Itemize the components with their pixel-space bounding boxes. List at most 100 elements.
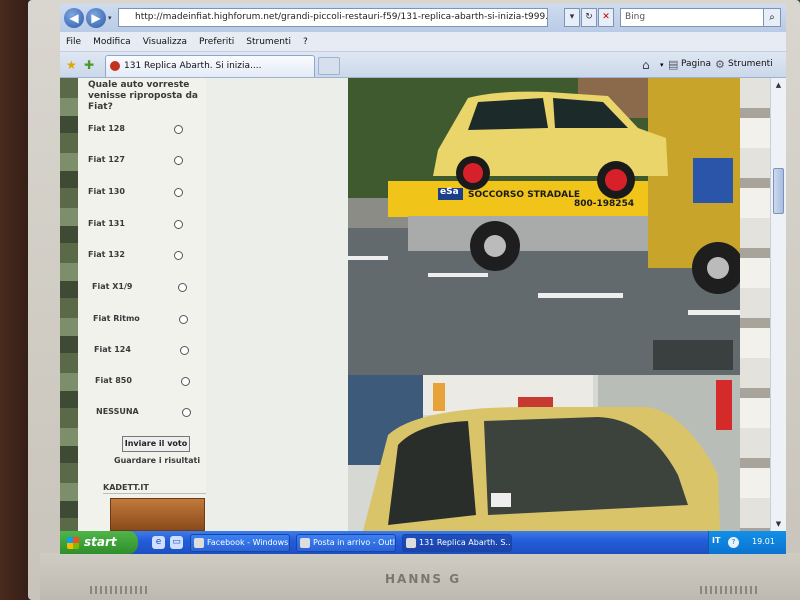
home-dropdown-icon[interactable]: ▾ bbox=[660, 61, 664, 69]
page-content: Quale auto vorreste venisse riproposta d… bbox=[60, 78, 786, 531]
task-label: 131 Replica Abarth. S... bbox=[419, 538, 512, 547]
kadett-banner-image[interactable] bbox=[110, 498, 205, 531]
poll-option-fiat-850[interactable]: Fiat 850 bbox=[95, 376, 205, 390]
refresh-icon[interactable]: ↻ bbox=[581, 8, 597, 27]
tab-favicon-icon bbox=[110, 61, 120, 71]
poll-radio[interactable] bbox=[181, 377, 190, 386]
poll-option-label: Fiat 124 bbox=[94, 345, 131, 354]
home-icon[interactable]: ⌂ bbox=[642, 58, 650, 72]
kadett-label[interactable]: KADETT.IT bbox=[103, 483, 149, 492]
poll-radio[interactable] bbox=[179, 315, 188, 324]
taskbar: start e ▭ Facebook - Windows ... Posta i… bbox=[60, 531, 786, 554]
poll-option-nessuna[interactable]: NESSUNA bbox=[96, 407, 206, 421]
poll-option-fiat-131[interactable]: Fiat 131 bbox=[88, 219, 198, 233]
task-browser-icon bbox=[194, 538, 204, 548]
monitor-speaker-grille-left bbox=[90, 586, 150, 594]
tray-help-icon[interactable]: ? bbox=[728, 537, 739, 548]
poll-option-label: Fiat X1/9 bbox=[92, 282, 133, 291]
search-icon[interactable]: ⌕ bbox=[763, 8, 781, 27]
tools-menu[interactable]: Strumenti bbox=[728, 59, 773, 69]
poll-radio[interactable] bbox=[174, 251, 183, 260]
workshop-car-illustration bbox=[348, 375, 740, 531]
url-input[interactable]: http://madeinfiat.highforum.net/grandi-p… bbox=[118, 8, 548, 27]
truck-text: SOCCORSO STRADALE bbox=[468, 190, 581, 200]
photo-tow-truck: eSa SOCCORSO STRADALE 800-198254 bbox=[348, 78, 740, 375]
language-indicator[interactable]: IT bbox=[712, 536, 720, 545]
poll-radio[interactable] bbox=[182, 408, 191, 417]
poll-option-fiat-132[interactable]: Fiat 132 bbox=[88, 250, 198, 264]
page-menu[interactable]: Pagina bbox=[681, 59, 711, 69]
poll-option-label: Fiat 127 bbox=[88, 155, 125, 164]
poll-question: Quale auto vorreste venisse riproposta d… bbox=[88, 80, 199, 112]
poll-radio[interactable] bbox=[174, 188, 183, 197]
menu-help[interactable]: ? bbox=[303, 37, 308, 47]
photo-workshop-car bbox=[348, 375, 740, 531]
tab-131-replica-abarth[interactable]: 131 Replica Abarth. Si inizia.... bbox=[105, 55, 315, 77]
tab-bar: ★ ✚ 131 Replica Abarth. Si inizia.... ⌂ … bbox=[60, 52, 786, 78]
nav-dropdown-icon[interactable]: ▾ bbox=[108, 14, 112, 22]
menu-bar: File Modifica Visualizza Preferiti Strum… bbox=[60, 32, 786, 52]
menu-preferiti[interactable]: Preferiti bbox=[199, 37, 234, 47]
task-facebook[interactable]: Facebook - Windows ... bbox=[190, 534, 290, 552]
results-link[interactable]: Guardare i risultati bbox=[114, 456, 200, 465]
favorites-star-icon[interactable]: ★ bbox=[66, 58, 77, 72]
vertical-scrollbar[interactable]: ▲ ▼ bbox=[770, 78, 786, 531]
poll-option-fiat-130[interactable]: Fiat 130 bbox=[88, 187, 198, 201]
left-decorative-strip bbox=[60, 78, 78, 531]
poll-option-label: Fiat 128 bbox=[88, 124, 125, 133]
poll-option-fiat-127[interactable]: Fiat 127 bbox=[88, 155, 198, 169]
poll-option-fiat-ritmo[interactable]: Fiat Ritmo bbox=[93, 314, 203, 328]
divider bbox=[103, 493, 213, 494]
task-label: Facebook - Windows ... bbox=[207, 538, 290, 547]
poll-radio[interactable] bbox=[174, 125, 183, 134]
poll-option-fiat-128[interactable]: Fiat 128 bbox=[88, 124, 198, 138]
truck-phone: 800-198254 bbox=[574, 199, 635, 209]
task-131-replica[interactable]: 131 Replica Abarth. S... bbox=[402, 534, 512, 552]
address-bar: ◀ ▶ ▾ http://madeinfiat.highforum.net/gr… bbox=[60, 4, 786, 32]
content-gap bbox=[206, 78, 348, 531]
poll-option-label: NESSUNA bbox=[96, 407, 139, 416]
task-browser-icon bbox=[406, 538, 416, 548]
add-favorites-icon[interactable]: ✚ bbox=[84, 58, 94, 72]
poll-panel: Quale auto vorreste venisse riproposta d… bbox=[78, 78, 213, 531]
task-label: Posta in arrivo - Outl... bbox=[313, 538, 396, 547]
poll-option-label: Fiat 132 bbox=[88, 250, 125, 259]
monitor-speaker-grille-right bbox=[700, 586, 760, 594]
poll-option-label: Fiat 850 bbox=[95, 376, 132, 385]
scroll-up-icon[interactable]: ▲ bbox=[773, 79, 784, 91]
poll-radio[interactable] bbox=[174, 156, 183, 165]
forward-arrow-icon[interactable]: ▶ bbox=[86, 8, 106, 28]
poll-option-fiat-124[interactable]: Fiat 124 bbox=[94, 345, 204, 359]
task-mail-icon bbox=[300, 538, 310, 548]
url-dropdown-icon[interactable]: ▾ bbox=[564, 8, 580, 27]
new-tab-button[interactable] bbox=[318, 57, 340, 75]
desktop-quicklaunch-icon[interactable]: ▭ bbox=[170, 536, 183, 549]
poll-radio[interactable] bbox=[180, 346, 189, 355]
monitor-brand: HANNS G bbox=[385, 572, 462, 586]
scroll-thumb[interactable] bbox=[773, 168, 784, 214]
ie-quicklaunch-icon[interactable]: e bbox=[152, 536, 165, 549]
menu-modifica[interactable]: Modifica bbox=[93, 37, 131, 47]
menu-strumenti[interactable]: Strumenti bbox=[246, 37, 291, 47]
task-outlook[interactable]: Posta in arrivo - Outl... bbox=[296, 534, 396, 552]
right-decorative-strip bbox=[740, 78, 770, 531]
search-input[interactable]: Bing bbox=[620, 8, 768, 27]
menu-visualizza[interactable]: Visualizza bbox=[143, 37, 187, 47]
windows-logo-icon bbox=[67, 537, 79, 549]
poll-option-fiat-x19[interactable]: Fiat X1/9 bbox=[92, 282, 202, 296]
menu-file[interactable]: File bbox=[66, 37, 81, 47]
truck-logo: eSa bbox=[440, 187, 459, 197]
poll-option-label: Fiat 130 bbox=[88, 187, 125, 196]
stop-icon[interactable]: ✕ bbox=[598, 8, 614, 27]
poll-option-label: Fiat 131 bbox=[88, 219, 125, 228]
tow-truck-illustration bbox=[348, 78, 740, 375]
scroll-down-icon[interactable]: ▼ bbox=[773, 518, 784, 530]
poll-radio[interactable] bbox=[178, 283, 187, 292]
page-icon: ▤ bbox=[668, 58, 679, 71]
poll-radio[interactable] bbox=[174, 220, 183, 229]
vote-button[interactable]: Inviare il voto bbox=[122, 436, 190, 452]
back-arrow-icon[interactable]: ◀ bbox=[64, 8, 84, 28]
screen: ◀ ▶ ▾ http://madeinfiat.highforum.net/gr… bbox=[60, 4, 786, 554]
gear-icon: ⚙ bbox=[715, 58, 725, 71]
clock: 19.01 bbox=[752, 537, 775, 546]
